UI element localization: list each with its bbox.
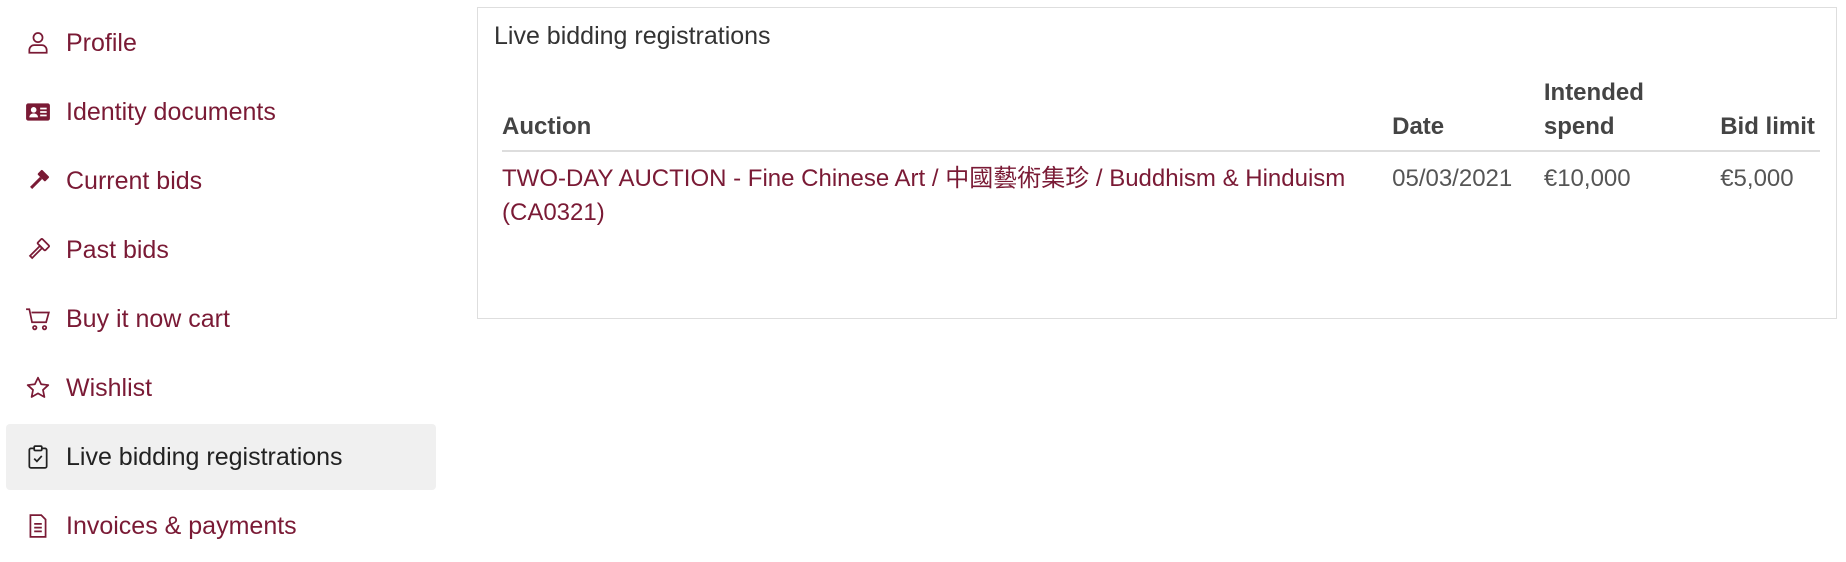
sidebar-item-past-bids[interactable]: Past bids (6, 217, 436, 283)
sidebar-item-profile[interactable]: Profile (6, 10, 436, 76)
bid-limit-cell: €5,000 (1720, 165, 1794, 192)
auction-link[interactable]: TWO-DAY AUCTION - Fine Chinese Art / 中國藝… (502, 165, 1345, 226)
sidebar-item-invoices-payments[interactable]: Invoices & payments (6, 493, 436, 559)
id-card-icon (24, 98, 52, 126)
sidebar-item-label: Identity documents (66, 97, 276, 126)
live-bidding-registrations-panel: Live bidding registrations Auction Date … (477, 7, 1837, 319)
clipboard-check-icon (24, 443, 52, 471)
table-header-row: Auction Date Intended spend Bid limit (502, 76, 1820, 152)
intended-spend-cell: €10,000 (1543, 165, 1631, 192)
sidebar-item-label: Profile (66, 28, 137, 57)
sidebar-item-label: Live bidding registrations (66, 442, 343, 471)
sidebar-item-label: Past bids (66, 235, 169, 264)
auction-cell: TWO-DAY AUCTION - Fine Chinese Art / 中國藝… (502, 151, 1392, 230)
account-sidebar: Profile Identity documents Current bids … (6, 10, 436, 562)
table-row: TWO-DAY AUCTION - Fine Chinese Art / 中國藝… (502, 151, 1820, 230)
date-cell: 05/03/2021 (1392, 165, 1513, 192)
sidebar-item-label: Buy it now cart (66, 304, 230, 333)
sidebar-item-buy-it-now-cart[interactable]: Buy it now cart (6, 286, 436, 352)
sidebar-item-label: Invoices & payments (66, 511, 297, 540)
cart-icon (24, 305, 52, 333)
column-header-bid-limit: Bid limit (1720, 76, 1820, 152)
sidebar-item-label: Wishlist (66, 373, 153, 402)
gavel-outline-icon (24, 236, 52, 264)
column-header-date: Date (1392, 76, 1544, 152)
column-header-intended-spend: Intended spend (1543, 76, 1721, 152)
sidebar-item-wishlist[interactable]: Wishlist (6, 355, 436, 421)
sidebar-item-current-bids[interactable]: Current bids (6, 148, 436, 214)
user-icon (24, 29, 52, 57)
gavel-filled-icon (24, 167, 52, 195)
sidebar-item-live-bidding-registrations[interactable]: Live bidding registrations (6, 424, 436, 490)
sidebar-item-identity-documents[interactable]: Identity documents (6, 79, 436, 145)
sidebar-item-label: Current bids (66, 166, 203, 195)
invoice-icon (24, 512, 52, 540)
column-header-auction: Auction (502, 76, 1393, 152)
star-icon (24, 374, 52, 402)
registrations-table: Auction Date Intended spend Bid limit TW… (502, 76, 1820, 230)
panel-title: Live bidding registrations (494, 22, 771, 50)
